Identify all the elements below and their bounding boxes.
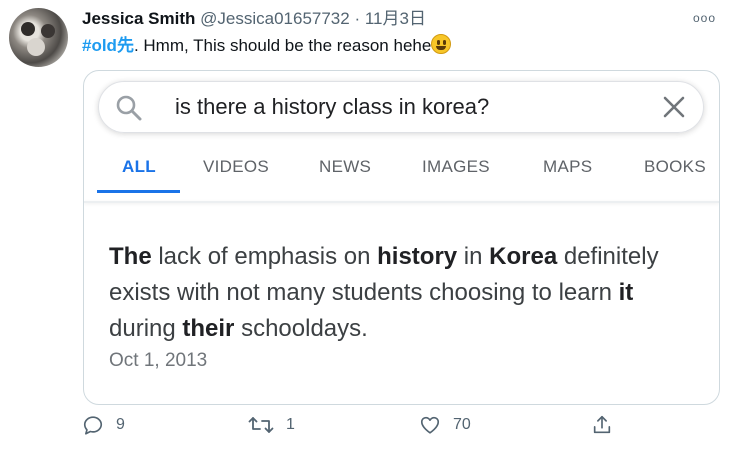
tab-maps: MAPS — [543, 157, 593, 176]
snippet-bold: Korea — [489, 243, 558, 270]
snippet-text: lack of emphasis on — [151, 243, 378, 270]
tweet-actions: 9 1 70 — [82, 414, 722, 442]
retweet-icon — [248, 417, 274, 433]
reply-button[interactable]: 9 — [82, 414, 125, 436]
tab-books: BOOKS — [644, 157, 706, 176]
search-icon — [116, 95, 142, 121]
share-button[interactable] — [591, 414, 613, 436]
like-button[interactable]: 70 — [419, 414, 471, 436]
tab-news: NEWS — [319, 157, 372, 176]
share-icon — [593, 415, 611, 434]
snippet-bold: The — [109, 243, 152, 270]
tab-videos: VIDEOS — [203, 157, 270, 176]
snippet-text: during — [109, 315, 183, 342]
reply-icon — [83, 416, 103, 435]
author-name[interactable]: Jessica Smith — [82, 9, 195, 28]
heart-icon — [420, 416, 440, 434]
timestamp[interactable]: 11月3日 — [365, 9, 426, 28]
close-icon — [663, 96, 685, 118]
header-separator: · — [349, 9, 365, 28]
featured-snippet: The lack of emphasis on history in Korea… — [109, 239, 699, 347]
tabs-divider — [84, 201, 719, 203]
snippet-bold: it — [618, 279, 634, 306]
retweet-button[interactable]: 1 — [248, 414, 295, 436]
snippet-date: Oct 1, 2013 — [109, 350, 208, 371]
search-query: is there a history class in korea? — [175, 94, 490, 119]
tweet-header: Jessica Smith @Jessica01657732 · 11月3日 — [82, 8, 426, 30]
tweet-text: #old先. Hmm, This should be the reason he… — [82, 34, 452, 58]
tweet-body: . Hmm, This should be the reason hehe — [133, 36, 432, 55]
snippet-text: schooldays. — [234, 315, 368, 342]
author-handle[interactable]: @Jessica01657732 — [200, 9, 350, 28]
hashtag-link[interactable]: #old先 — [82, 36, 134, 55]
snippet-text: in — [457, 243, 490, 270]
reply-count: 9 — [116, 416, 125, 433]
snippet-bold: their — [182, 315, 235, 342]
smiley-emoji-icon — [431, 34, 452, 54]
more-options-icon[interactable]: ooo — [693, 11, 716, 25]
snippet-bold: history — [377, 243, 458, 270]
like-count: 70 — [453, 416, 471, 433]
tab-all: ALL — [122, 157, 156, 176]
tab-images: IMAGES — [422, 157, 490, 176]
active-tab-indicator — [97, 190, 180, 193]
retweet-count: 1 — [286, 416, 295, 433]
avatar[interactable] — [9, 8, 68, 67]
search-tabs: ALL VIDEOS NEWS IMAGES MAPS BOOKS — [84, 149, 719, 193]
search-box: is there a history class in korea? — [98, 81, 704, 133]
attached-image-card[interactable]: is there a history class in korea? ALL V… — [83, 70, 720, 405]
